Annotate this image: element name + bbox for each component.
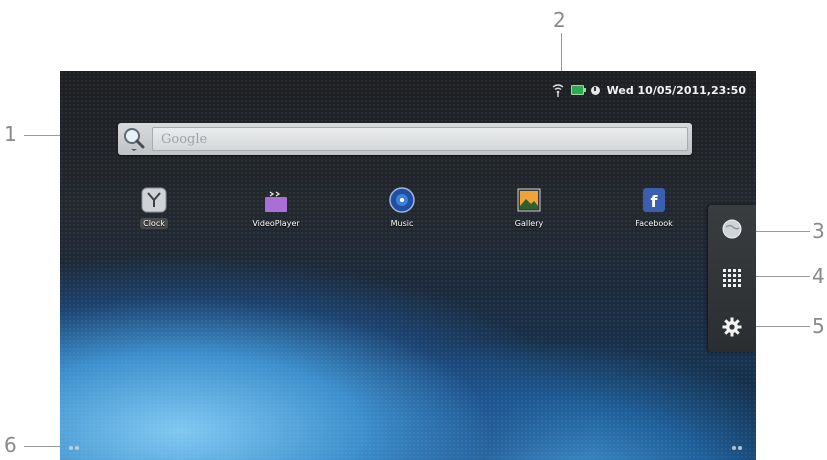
callout-number-1: 1 (4, 122, 17, 146)
music-icon (388, 186, 416, 214)
callout-line-6 (24, 446, 64, 447)
quick-launch-sidebar (708, 205, 756, 352)
app-shortcuts: Clock VideoPlayer Music Gallery f Facebo… (60, 186, 756, 246)
app-label: Gallery (514, 219, 544, 228)
app-facebook[interactable]: f Facebook (609, 186, 699, 229)
app-label: Music (390, 219, 414, 228)
page-dot (75, 446, 79, 450)
gallery-icon (515, 186, 543, 214)
settings-button[interactable] (716, 311, 748, 343)
page-indicator-left[interactable] (69, 446, 79, 450)
home-screen: Wed 10/05/2011,23:50 Clock (60, 71, 756, 460)
facebook-icon: f (640, 186, 668, 214)
clock-icon (140, 186, 168, 214)
callout-number-4: 4 (812, 264, 825, 288)
page-dot (69, 446, 73, 450)
app-drawer-grid-icon (723, 269, 741, 287)
page-indicator-right[interactable] (732, 446, 742, 450)
callout-number-6: 6 (4, 433, 17, 457)
app-gallery[interactable]: Gallery (484, 186, 574, 229)
browser-button[interactable] (716, 213, 748, 245)
page-dot (738, 446, 742, 450)
search-input[interactable] (152, 127, 688, 151)
app-label: Clock (140, 218, 168, 229)
status-datetime: Wed 10/05/2011,23:50 (606, 83, 746, 97)
callout-number-2: 2 (553, 8, 566, 32)
video-player-icon (262, 186, 290, 214)
callout-number-5: 5 (812, 314, 825, 338)
callout-number-3: 3 (812, 219, 825, 243)
app-videoplayer[interactable]: VideoPlayer (231, 186, 321, 229)
browser-globe-icon (722, 219, 742, 239)
app-label: VideoPlayer (252, 219, 300, 228)
wifi-icon (552, 84, 564, 97)
app-label: Facebook (635, 219, 673, 228)
battery-icon (570, 85, 586, 95)
search-button[interactable] (120, 125, 148, 153)
app-clock[interactable]: Clock (109, 186, 199, 229)
google-search-widget (118, 123, 692, 155)
status-bar[interactable]: Wed 10/05/2011,23:50 (552, 81, 746, 99)
svg-text:f: f (651, 192, 659, 211)
alarm-icon (590, 85, 600, 95)
settings-gear-icon (722, 317, 742, 337)
app-drawer-button[interactable] (716, 262, 748, 294)
search-icon (124, 128, 145, 151)
app-music[interactable]: Music (357, 186, 447, 229)
page-dot (732, 446, 736, 450)
